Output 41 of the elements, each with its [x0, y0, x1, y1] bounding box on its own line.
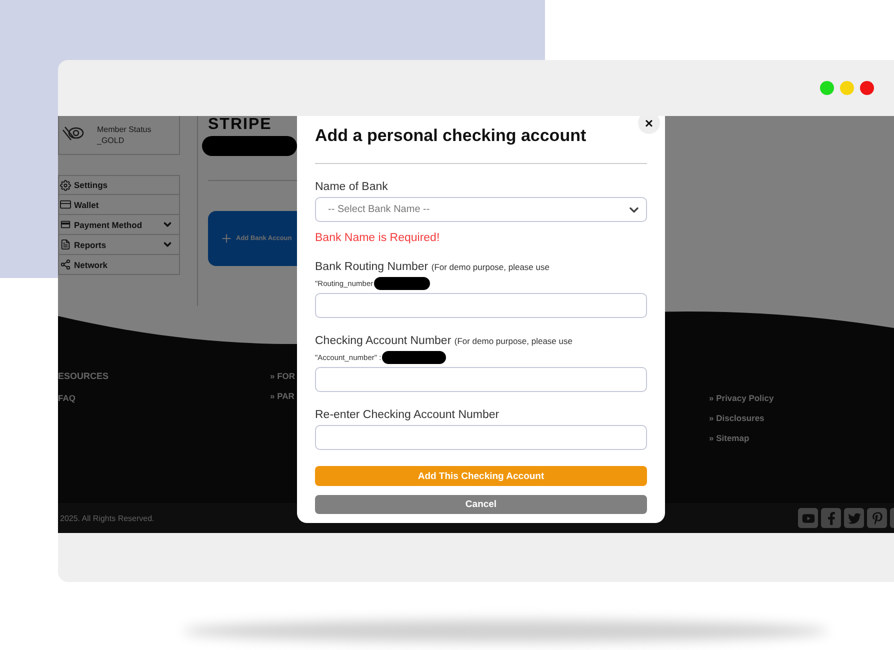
pinterest-icon[interactable]	[867, 508, 887, 528]
footer-link[interactable]: » Sitemap	[709, 433, 750, 443]
sidebar-item[interactable]: Network	[58, 255, 180, 275]
redaction-bar	[382, 350, 446, 364]
input-field[interactable]	[315, 425, 647, 450]
input-field[interactable]	[315, 367, 647, 392]
bank-select[interactable]: -- Select Bank Name --	[315, 197, 647, 222]
copyright-text: 2025. All Rights Reserved.	[60, 514, 154, 522]
network-icon	[60, 259, 71, 270]
document-icon	[60, 239, 71, 250]
wallet-icon	[60, 199, 71, 210]
field-label: Name of Bank	[315, 180, 389, 194]
youtube-icon[interactable]	[798, 508, 818, 528]
sidebar-item[interactable]: Payment Method	[58, 215, 180, 235]
footer-link[interactable]: » PAR	[270, 391, 294, 401]
member-status-label: Member Status	[97, 125, 152, 134]
sidebar-item[interactable]: Wallet	[58, 195, 180, 215]
plus-icon	[220, 232, 233, 245]
sidebar-item[interactable]: Settings	[58, 175, 180, 195]
cancel-button[interactable]: Cancel	[315, 494, 647, 514]
footer-link[interactable]: » Disclosures	[709, 413, 764, 423]
redaction-bar	[374, 276, 430, 290]
sidebar-item[interactable]: Reports	[58, 235, 180, 255]
footer-heading: ESOURCES	[58, 371, 110, 381]
modal-title: Add a personal checking account	[315, 126, 588, 146]
window-control[interactable]	[860, 81, 874, 95]
input-field[interactable]	[315, 293, 647, 318]
gear-icon	[60, 180, 71, 190]
footer-link[interactable]: » Privacy Policy	[709, 393, 774, 403]
page-heading: STRIPE	[208, 116, 272, 134]
facebook-icon[interactable]	[821, 508, 841, 528]
field-label: Re-enter Checking Account Number	[315, 408, 500, 422]
member-status-value: _GOLD	[97, 136, 126, 145]
footer-link[interactable]: FAQ	[58, 393, 76, 403]
window-control[interactable]	[820, 81, 834, 95]
add-account-button[interactable]: Add This Checking Account	[315, 466, 647, 486]
twitter-icon[interactable]	[844, 508, 864, 528]
close-button[interactable]: ×	[638, 116, 660, 134]
field-label: Checking Account Number (For demo purpose, please use	[315, 334, 574, 348]
footer-link[interactable]: » FOR	[270, 371, 296, 381]
payment-icon	[60, 219, 71, 230]
